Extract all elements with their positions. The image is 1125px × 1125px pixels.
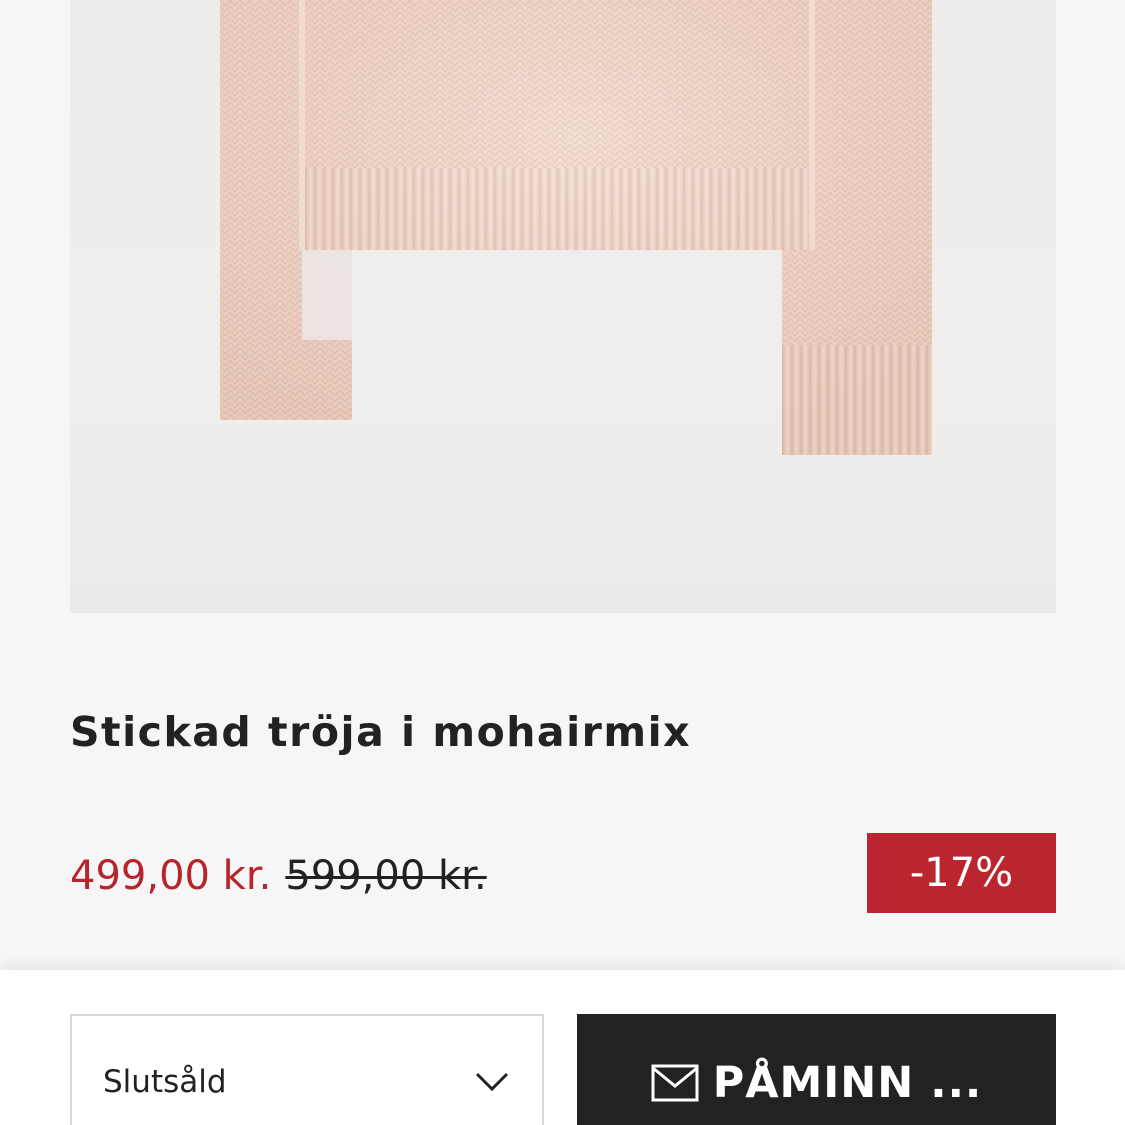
- mail-icon: [651, 1064, 699, 1106]
- price-row: 499,00 kr. 599,00 kr.: [70, 848, 487, 904]
- original-price: 599,00 kr.: [285, 853, 487, 899]
- discount-badge: -17%: [867, 833, 1056, 913]
- sale-price: 499,00 kr.: [70, 853, 272, 899]
- sweater-illustration: [220, 0, 932, 455]
- size-select[interactable]: Slutsåld: [70, 1014, 544, 1125]
- remind-me-button[interactable]: PÅMINN ...: [577, 1014, 1056, 1125]
- remind-button-label: PÅMINN ...: [712, 1058, 983, 1108]
- product-title: Stickad tröja i mohairmix: [70, 708, 692, 756]
- purchase-bar: Slutsåld PÅMINN ...: [0, 970, 1125, 1125]
- chevron-down-icon: [474, 1071, 510, 1097]
- product-image[interactable]: [70, 0, 1056, 613]
- size-select-value: Slutsåld: [103, 1064, 227, 1100]
- product-page: Stickad tröja i mohairmix 499,00 kr. 599…: [0, 0, 1125, 1125]
